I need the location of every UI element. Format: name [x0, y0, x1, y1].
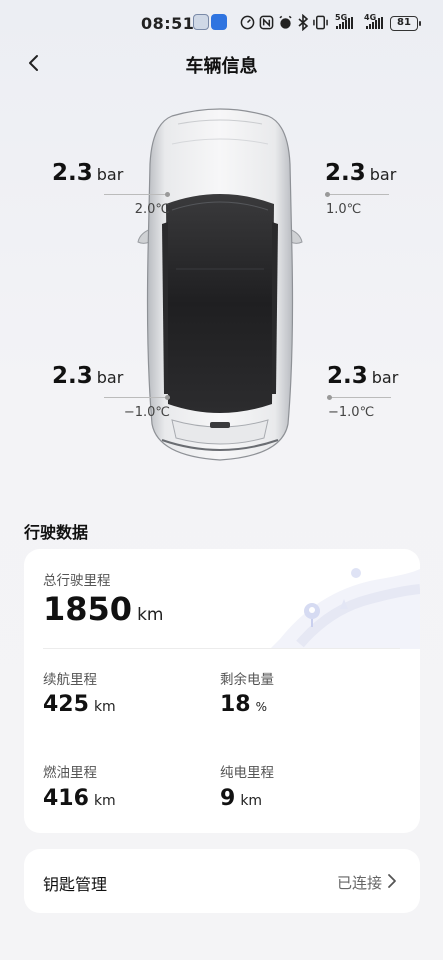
driving-data-card: 总行驶里程 1850 km 续航里程 425 km 剩余电量 18% 燃油里程 41…	[24, 549, 420, 833]
route-map-decoration	[270, 568, 420, 649]
tire-indicator-line	[104, 395, 170, 400]
tire-front-left: 2.3 bar 2.0℃	[52, 160, 172, 217]
status-time: 08:51	[141, 14, 195, 33]
tire-indicator-line	[104, 192, 170, 197]
tire-temperature: 2.0℃	[134, 202, 170, 217]
app-icon-1	[193, 14, 209, 30]
signal-4g-icon	[366, 17, 383, 29]
driving-data-title: 行驶数据	[24, 523, 89, 542]
tire-rear-left: 2.3 bar −1.0℃	[52, 363, 172, 420]
electric-range-value: 9 km	[220, 786, 263, 811]
tire-indicator-line	[325, 192, 389, 197]
range-value: 425 km	[43, 692, 116, 717]
divider	[43, 648, 400, 649]
tire-temperature: 1.0℃	[326, 202, 362, 217]
fuel-range-label: 燃油里程	[43, 765, 97, 781]
range-label: 续航里程	[43, 672, 97, 688]
key-management-label: 钥匙管理	[43, 875, 108, 894]
tire-rear-right: 2.3 bar −1.0℃	[327, 363, 437, 420]
battery-icon: 81	[390, 16, 421, 31]
nfc-icon	[259, 15, 274, 30]
signal-5g-icon	[336, 17, 353, 29]
total-mileage-value: 1850 km	[43, 590, 164, 628]
app-icon-2	[211, 14, 227, 30]
total-mileage-label: 总行驶里程	[43, 573, 111, 589]
tire-indicator-line	[327, 395, 391, 400]
key-management-row[interactable]: 钥匙管理 已连接	[24, 849, 420, 913]
vibrate-icon	[313, 15, 328, 30]
tire-pressure: 2.3 bar	[325, 160, 397, 186]
page-title: 车辆信息	[185, 56, 258, 77]
tire-pressure: 2.3 bar	[52, 363, 124, 389]
battery-level-label: 剩余电量	[220, 672, 274, 688]
electric-range-label: 纯电里程	[220, 765, 274, 781]
chevron-right-icon	[388, 874, 396, 888]
battery-level-value: 18%	[220, 692, 268, 717]
tire-pressure: 2.3 bar	[327, 363, 399, 389]
tire-pressure: 2.3 bar	[52, 160, 124, 186]
tire-front-right: 2.3 bar 1.0℃	[325, 160, 435, 217]
fuel-range-value: 416 km	[43, 786, 116, 811]
tire-temperature: −1.0℃	[328, 405, 375, 420]
status-bar: 08:51 5G 4G 81	[0, 12, 443, 38]
key-connection-status: 已连接	[336, 874, 382, 892]
alarm-icon	[279, 15, 292, 29]
tire-temperature: −1.0℃	[123, 405, 170, 420]
bluetooth-icon	[298, 14, 309, 31]
speedometer-icon	[240, 15, 255, 30]
